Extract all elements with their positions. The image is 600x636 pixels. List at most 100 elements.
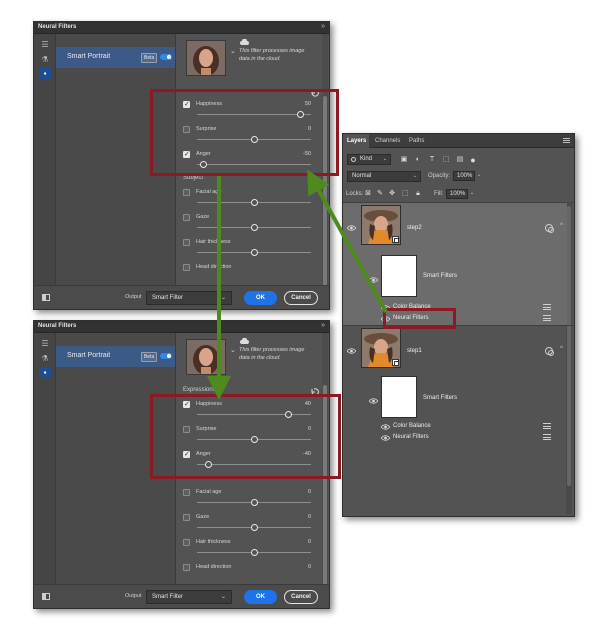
kind-filter-select[interactable]: Kind ⌄ xyxy=(347,154,391,165)
tab-layers[interactable]: Layers xyxy=(347,138,366,144)
filter-neural-filters[interactable]: Neural Filters xyxy=(393,434,429,440)
chevron-down-icon: ⌄ xyxy=(412,173,417,179)
show-layers-icon[interactable] xyxy=(42,593,50,600)
gaze-checkbox[interactable] xyxy=(183,514,190,521)
slider-gaze[interactable]: Gaze 0 xyxy=(183,514,311,539)
lock-all-icon[interactable]: 🔒︎ xyxy=(414,190,422,198)
collapse-icon[interactable]: » xyxy=(321,23,325,30)
lock-artboard-icon[interactable]: ⬚ xyxy=(401,190,409,198)
slider-hair-thickness[interactable]: Hair thickness 0 xyxy=(183,539,311,564)
slider-gaze[interactable]: Gaze xyxy=(183,214,311,239)
hair-thickness-checkbox[interactable] xyxy=(183,239,190,246)
blend-mode-select[interactable]: Normal ⌄ xyxy=(347,171,421,182)
chevron-up-icon[interactable]: ^ xyxy=(560,346,563,352)
tab-paths[interactable]: Paths xyxy=(409,138,424,144)
eye-icon[interactable] xyxy=(347,225,356,231)
lock-position-icon[interactable]: ✥ xyxy=(388,190,396,198)
layer-thumbnail[interactable] xyxy=(361,205,401,245)
sliders-tool-icon[interactable]: ☰ xyxy=(39,338,51,349)
opacity-chevron-icon[interactable]: ⌄ xyxy=(477,172,481,178)
layer-name[interactable]: step1 xyxy=(407,348,422,354)
slider-label: Gaze xyxy=(196,214,210,220)
filter-options-icon[interactable] xyxy=(543,315,551,321)
chevron-right-icon[interactable]: › xyxy=(168,51,171,60)
filter-row-smart-portrait[interactable]: Smart Portrait Beta › xyxy=(56,47,175,68)
filter-toggle-dot-icon[interactable]: ● xyxy=(469,156,477,165)
kind-label: Kind xyxy=(360,156,373,162)
layer-row-step2[interactable]: step2 ^ Smart Filters Color Balance Neur… xyxy=(343,203,567,325)
layers-panel: Layers Channels Paths Kind ⌄ ▣ ◐ T ⬚ ▤ ●… xyxy=(342,133,575,517)
lock-transparent-icon[interactable]: ⊠ xyxy=(364,190,372,198)
eye-icon[interactable] xyxy=(369,277,378,283)
fill-field[interactable]: 100% xyxy=(446,189,468,199)
hair-thickness-checkbox[interactable] xyxy=(183,539,190,546)
slider-label: Head direction xyxy=(196,564,232,570)
slider-knob[interactable] xyxy=(251,549,258,556)
cancel-button[interactable]: Cancel xyxy=(284,291,318,305)
slider-head-direction[interactable]: Head direction 0 xyxy=(183,564,311,584)
flask-tool-icon[interactable]: ⚗ xyxy=(39,54,51,65)
chevron-down-icon[interactable]: ⌄ xyxy=(230,47,236,55)
filter-color-balance[interactable]: Color Balance xyxy=(393,423,431,429)
slider-hair-thickness[interactable]: Hair thickness xyxy=(183,239,311,264)
filter-row-smart-portrait[interactable]: Smart Portrait Beta › xyxy=(56,346,175,367)
eye-icon[interactable] xyxy=(381,424,390,430)
panel-footer: Output Smart Filter ⌄ OK Cancel xyxy=(34,584,329,608)
fill-chevron-icon[interactable]: ⌄ xyxy=(470,190,474,196)
eye-icon[interactable] xyxy=(347,348,356,354)
eye-icon[interactable] xyxy=(369,398,378,404)
sliders-tool-icon[interactable]: ☰ xyxy=(39,39,51,50)
adjustment-filter-icon[interactable]: ◐ xyxy=(414,156,422,164)
output-select[interactable]: Smart Filter ⌄ xyxy=(146,291,232,305)
smart-filters-label: Smart Filters xyxy=(423,395,458,401)
opacity-label: Opacity: xyxy=(428,173,451,179)
scrollbar-thumb[interactable] xyxy=(567,206,571,486)
slider-value: 0 xyxy=(307,189,311,195)
head-direction-checkbox[interactable] xyxy=(183,264,190,271)
head-direction-checkbox[interactable] xyxy=(183,564,190,571)
collapse-icon[interactable]: » xyxy=(321,322,325,329)
smart-object-filter-icon[interactable]: ▤ xyxy=(456,156,464,164)
slider-knob[interactable] xyxy=(251,199,258,206)
slider-facial-age[interactable]: Facial age 0 xyxy=(183,189,311,214)
chevron-right-icon[interactable]: › xyxy=(168,350,171,359)
tab-channels[interactable]: Channels xyxy=(375,138,400,144)
pixel-filter-icon[interactable]: ▣ xyxy=(400,156,408,164)
filter-options-icon[interactable] xyxy=(543,434,551,440)
smart-filter-mask[interactable] xyxy=(381,376,417,418)
filter-options-icon[interactable] xyxy=(543,423,551,429)
layer-thumbnail[interactable] xyxy=(361,328,401,368)
smart-filter-mask[interactable] xyxy=(381,255,417,297)
show-layers-icon[interactable] xyxy=(42,294,50,301)
slider-label: Facial age xyxy=(196,489,222,495)
slider-knob[interactable] xyxy=(251,524,258,531)
eye-icon[interactable] xyxy=(381,435,390,441)
flask-tool-icon[interactable]: ⚗ xyxy=(39,353,51,364)
facial-age-checkbox[interactable] xyxy=(183,489,190,496)
gaze-checkbox[interactable] xyxy=(183,214,190,221)
slider-facial-age[interactable]: Facial age 0 xyxy=(183,489,311,514)
output-select[interactable]: Smart Filter ⌄ xyxy=(146,590,232,604)
cancel-button[interactable]: Cancel xyxy=(284,590,318,604)
layer-name[interactable]: step2 xyxy=(407,225,422,231)
ok-button[interactable]: OK xyxy=(244,590,277,604)
filter-options-icon[interactable] xyxy=(543,304,551,310)
ok-button[interactable]: OK xyxy=(244,291,277,305)
active-filter-tool-icon[interactable]: ▪ xyxy=(39,367,51,378)
slider-knob[interactable] xyxy=(251,249,258,256)
chevron-down-icon[interactable]: ⌄ xyxy=(230,346,236,354)
active-filter-tool-icon[interactable]: ▪ xyxy=(39,68,51,79)
slider-knob[interactable] xyxy=(251,224,258,231)
shape-filter-icon[interactable]: ⬚ xyxy=(442,156,450,164)
panel-menu-icon[interactable] xyxy=(563,138,570,143)
layer-row-step1[interactable]: step1 ^ Smart Filters Color Balance Neur… xyxy=(343,326,567,446)
lock-pixels-icon[interactable]: ✎ xyxy=(376,190,384,198)
facial-age-checkbox[interactable] xyxy=(183,189,190,196)
slider-knob[interactable] xyxy=(251,499,258,506)
preview-thumbnail[interactable] xyxy=(186,40,226,76)
slider-head-direction[interactable]: Head direction xyxy=(183,264,311,285)
opacity-field[interactable]: 100% xyxy=(453,171,475,181)
preview-thumbnail[interactable] xyxy=(186,339,226,375)
type-filter-icon[interactable]: T xyxy=(428,156,436,164)
chevron-up-icon[interactable]: ^ xyxy=(560,223,563,229)
